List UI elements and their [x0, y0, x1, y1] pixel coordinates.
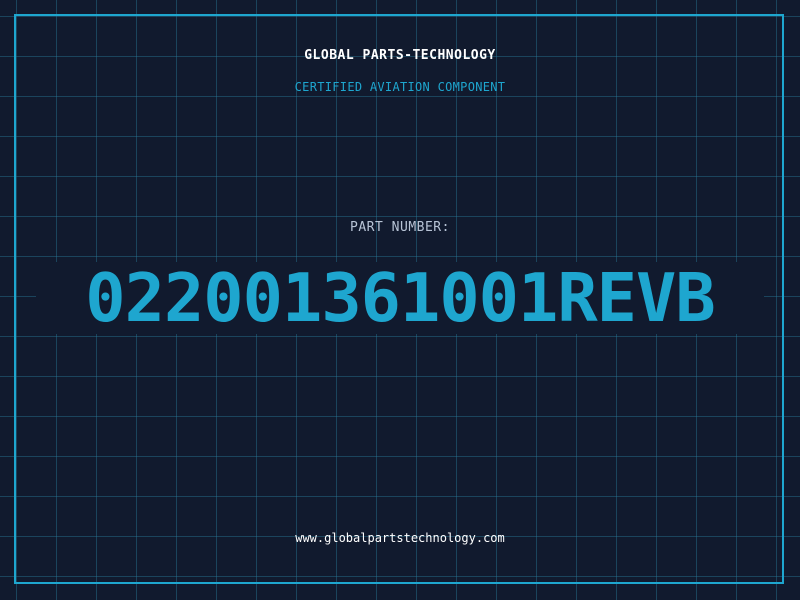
certificate-page: GLOBAL PARTS-TECHNOLOGY CERTIFIED AVIATI… — [0, 0, 800, 600]
part-number-label: PART NUMBER: — [350, 220, 450, 235]
website-url: www.globalpartstechnology.com — [295, 531, 505, 545]
company-name: GLOBAL PARTS-TECHNOLOGY — [304, 48, 496, 63]
part-number-value: 022001361001REVB — [85, 259, 715, 337]
certification-tagline: CERTIFIED AVIATION COMPONENT — [294, 80, 506, 94]
